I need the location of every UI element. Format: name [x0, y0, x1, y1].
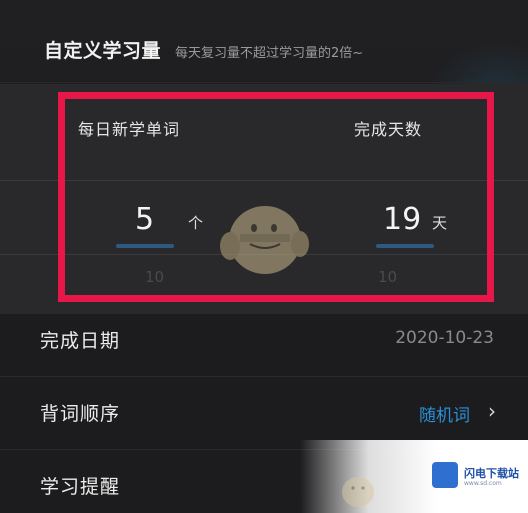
picker-divider-top: [0, 180, 528, 181]
daily-new-words-unit: 个: [188, 214, 204, 232]
completion-date-label: 完成日期: [40, 330, 121, 352]
daily-new-words-selection-bar: [116, 244, 174, 248]
chevron-right-icon[interactable]: ›: [488, 399, 496, 423]
completion-days-value[interactable]: 19: [383, 202, 421, 237]
word-order-value[interactable]: 随机词: [419, 401, 470, 426]
completion-days-next-option[interactable]: 10: [378, 268, 397, 286]
completion-days-selection-bar: [376, 244, 434, 248]
header-divider: [0, 82, 528, 83]
daily-new-words-label: 每日新学单词: [78, 120, 181, 139]
completion-days-unit: 天: [432, 214, 448, 232]
watermark-mascot-icon: [342, 477, 374, 507]
watermark-site-name: 闪电下载站: [464, 467, 519, 480]
watermark-logo-icon: [432, 462, 458, 488]
mascot-icon: [220, 206, 309, 274]
study-reminder-label: 学习提醒: [40, 476, 121, 498]
study-settings-screen: 自定义学习量 每天复习量不超过学习量的2倍~ 每日新学单词 完成天数 5 个 1…: [0, 0, 528, 513]
daily-new-words-next-option[interactable]: 10: [145, 268, 164, 286]
completion-date-value: 2020-10-23: [395, 328, 494, 348]
completion-days-label: 完成天数: [354, 120, 423, 139]
daily-new-words-value[interactable]: 5: [135, 202, 154, 237]
word-order-label: 背词顺序: [40, 403, 121, 425]
header-hint: 每天复习量不超过学习量的2倍~: [175, 46, 364, 61]
page-title: 自定义学习量: [44, 40, 162, 62]
completion-date-row[interactable]: 完成日期 2020-10-23: [0, 304, 528, 377]
watermark-site-url: www.sd.com: [464, 480, 502, 487]
custom-study-header: 自定义学习量 每天复习量不超过学习量的2倍~: [44, 36, 363, 63]
